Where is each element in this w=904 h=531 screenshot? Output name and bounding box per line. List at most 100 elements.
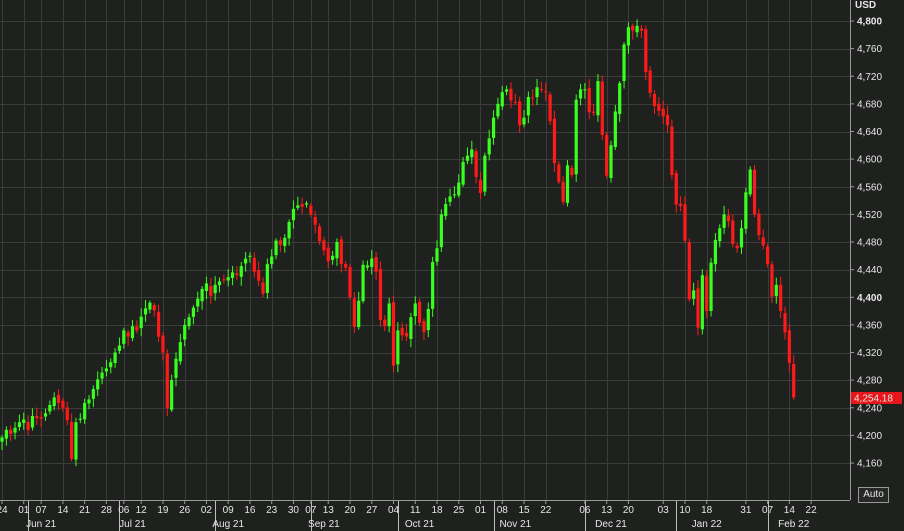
- auto-scale-button[interactable]: Auto: [858, 487, 889, 503]
- month-label: Jan 22: [692, 519, 722, 530]
- candle-body: [313, 217, 317, 225]
- candlestick-chart[interactable]: 4,160 4,200 4,240 4,280 4,320 4,360 4,400 4,440…: [0, 0, 904, 531]
- candle-body: [731, 220, 735, 245]
- candle: [391, 295, 396, 373]
- candle-body: [548, 94, 552, 122]
- candle-body: [783, 313, 787, 333]
- x-tick-label: 06: [118, 505, 130, 516]
- candle-body: [287, 221, 291, 239]
- candle: [605, 132, 609, 179]
- candle-body: [357, 300, 361, 328]
- candle-body: [665, 114, 670, 126]
- candle-body: [526, 96, 530, 116]
- candle-body: [491, 117, 496, 138]
- y-tick-label: 4,480: [857, 238, 882, 249]
- candle-body: [387, 303, 391, 327]
- candle-body: [644, 29, 648, 73]
- candle-body: [761, 237, 765, 246]
- candle-body: [657, 103, 661, 111]
- candle-body: [200, 288, 204, 302]
- candle-body: [352, 298, 356, 327]
- candle-body: [365, 265, 369, 268]
- candle-body: [709, 262, 713, 311]
- candle-body: [413, 303, 417, 317]
- candle-body: [17, 422, 21, 428]
- x-tick-label: 08: [497, 505, 509, 516]
- candle-body: [74, 422, 78, 460]
- candle-body: [426, 308, 430, 331]
- y-tick-label: 4,200: [857, 431, 882, 442]
- x-tick-label: 06: [579, 505, 591, 516]
- y-tick-label: 4,760: [857, 44, 882, 55]
- candle: [687, 238, 691, 302]
- candle-body: [574, 99, 578, 175]
- x-tick-label: 23: [266, 505, 278, 516]
- candle: [670, 119, 674, 180]
- candle-body: [683, 204, 687, 241]
- candle-body: [696, 288, 700, 328]
- candle-body: [739, 228, 744, 248]
- candle-body: [0, 437, 4, 442]
- candle: [170, 374, 174, 412]
- candle-body: [626, 27, 630, 46]
- candle-body: [722, 214, 726, 228]
- candle-body: [370, 258, 374, 267]
- x-tick-label: 22: [540, 505, 552, 516]
- x-tick-label: 20: [623, 505, 635, 516]
- candle-body: [687, 242, 691, 300]
- x-tick-label: 27: [366, 505, 378, 516]
- candle-body: [613, 111, 617, 147]
- candle-body: [187, 317, 191, 327]
- x-tick-label: 14: [57, 505, 69, 516]
- candle: [574, 94, 578, 182]
- candle-body: [444, 204, 448, 217]
- y-tick-label: 4,520: [857, 210, 882, 221]
- y-tick-label: 4,320: [857, 348, 882, 359]
- candle-body: [618, 83, 622, 114]
- currency-label: USD: [855, 0, 876, 11]
- candle-body: [61, 400, 65, 408]
- candle: [483, 152, 487, 196]
- x-tick-label: 07: [36, 505, 48, 516]
- candle-body: [474, 151, 478, 178]
- candle-body: [209, 285, 213, 296]
- candle-body: [583, 89, 587, 91]
- candle-body: [104, 368, 108, 372]
- candle-body: [335, 242, 339, 259]
- candle: [613, 104, 617, 150]
- candle-body: [48, 404, 52, 412]
- candle-body: [779, 284, 783, 312]
- candle-body: [274, 240, 278, 256]
- candle-body: [139, 316, 143, 329]
- candle-body: [770, 264, 774, 297]
- candle-body: [22, 419, 26, 423]
- candle-body: [505, 89, 509, 92]
- candle-body: [326, 247, 330, 262]
- candle-body: [344, 264, 348, 268]
- candle-body: [170, 380, 174, 410]
- candle-body: [213, 284, 217, 294]
- candle-body: [570, 167, 574, 176]
- candle-body: [52, 397, 56, 407]
- candle-body: [304, 203, 309, 205]
- candle-body: [748, 169, 752, 195]
- x-tick-label: 03: [658, 505, 670, 516]
- candle-body: [465, 155, 470, 161]
- candle-body: [126, 332, 130, 337]
- candle: [265, 258, 269, 299]
- x-tick-label: 26: [179, 505, 191, 516]
- candle-body: [757, 213, 761, 236]
- candle-body: [39, 417, 43, 419]
- candle-body: [4, 429, 8, 439]
- candle-body: [752, 169, 757, 215]
- candle-body: [296, 205, 300, 208]
- candle-body: [283, 237, 287, 246]
- candle-body: [165, 353, 169, 408]
- candle-body: [113, 352, 117, 363]
- candle-body: [130, 326, 135, 339]
- candle-body: [13, 427, 17, 433]
- month-label: Aug 21: [212, 519, 244, 530]
- candle-body: [457, 182, 461, 196]
- candle: [552, 110, 557, 172]
- candle-body: [361, 264, 365, 302]
